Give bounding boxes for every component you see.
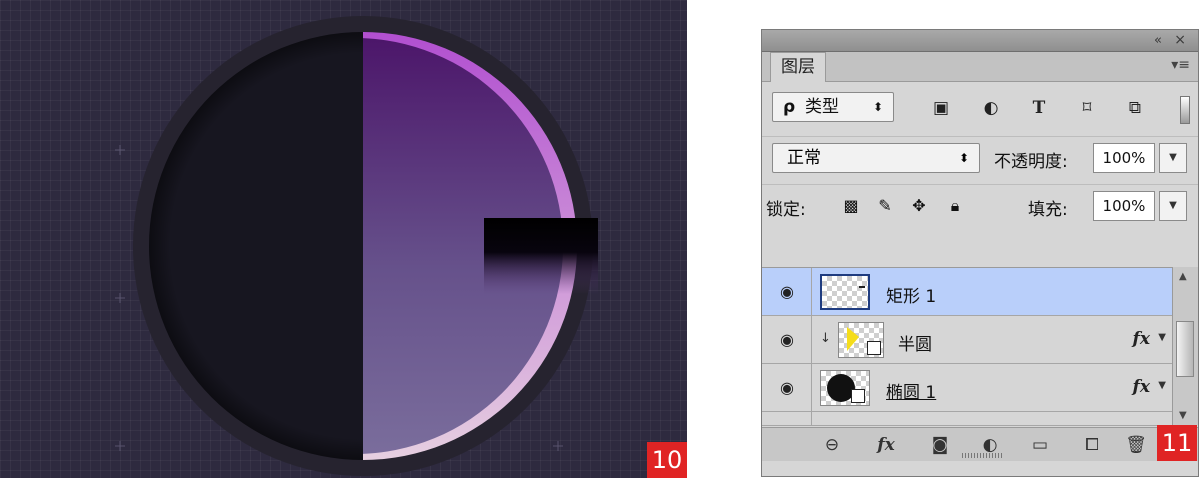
opacity-dropdown-button[interactable]: ▼ (1159, 143, 1187, 173)
step-badge: 10 (647, 442, 687, 478)
scroll-down-icon[interactable]: ▼ (1179, 410, 1187, 421)
tab-layers[interactable]: 图层 (770, 52, 826, 82)
adjustment-filter-icon[interactable]: ◐ (980, 97, 1002, 119)
filter-kind-label: 类型 (805, 97, 839, 117)
lock-transparent-pixels-icon[interactable]: ▩ (840, 195, 862, 217)
scroll-thumb[interactable] (1176, 321, 1194, 377)
select-arrows-icon: ⬍ (958, 151, 969, 165)
rectangle-layer-shape (484, 218, 598, 294)
filter-row: ρ 类型 ⬍ ▣ ◐ T ⌑ ⧉ (762, 88, 1198, 128)
layer-list: ◉ 矩形 1 ◉ ↓ 半圆 fx ▼ ◉ 椭圆 1 fx ▼ (762, 267, 1172, 426)
vector-shape-icon (867, 341, 881, 355)
blend-row: 正常 ⬍ 不透明度: 100% ▼ (762, 136, 1198, 176)
filter-toggle-switch[interactable] (1180, 96, 1190, 124)
layer-row-ellipse[interactable]: ◉ 椭圆 1 fx ▼ (762, 364, 1172, 412)
new-group-icon[interactable]: ▭ (1028, 433, 1052, 457)
opacity-label: 不透明度: (994, 152, 1068, 172)
lock-row: 锁定: ▩ ✎ ✥ 🔒︎ 填充: 100% ▼ (762, 184, 1198, 224)
document-canvas[interactable]: 10 (0, 0, 687, 478)
fill-input[interactable]: 100% (1093, 191, 1155, 221)
eye-icon[interactable]: ◉ (776, 377, 798, 399)
clipping-mask-icon: ↓ (820, 331, 831, 346)
lock-position-icon[interactable]: ✥ (908, 195, 930, 217)
layer-thumbnail (838, 322, 884, 358)
scroll-up-icon[interactable]: ▲ (1179, 271, 1187, 282)
visibility-cell[interactable]: ◉ (762, 316, 812, 363)
layers-panel: « × 图层 ▾≡ ρ 类型 ⬍ ▣ ◐ T ⌑ ⧉ 正常 ⬍ 不透明度: 10… (761, 29, 1199, 477)
step-badge: 11 (1157, 425, 1197, 461)
image-filter-icon[interactable]: ▣ (930, 97, 952, 119)
panel-resize-grip[interactable] (962, 453, 1002, 458)
new-layer-icon[interactable]: ⧠ (1080, 433, 1104, 457)
fx-icon[interactable]: fx (1133, 377, 1150, 397)
delete-layer-icon[interactable]: 🗑︎ (1124, 433, 1148, 457)
eye-icon[interactable]: ◉ (776, 281, 798, 303)
expand-effects-icon[interactable]: ▼ (1158, 380, 1166, 391)
blend-mode-value: 正常 (787, 148, 821, 168)
add-style-icon[interactable]: fx (874, 433, 898, 457)
close-icon[interactable]: × (1174, 32, 1186, 48)
panel-bottom-bar: ⊖ fx ◙ ◐ ▭ ⧠ 🗑︎ 11 (762, 425, 1198, 461)
layer-name[interactable]: 半圆 (898, 330, 932, 355)
layer-row-semicircle[interactable]: ◉ ↓ 半圆 fx ▼ (762, 316, 1172, 364)
visibility-cell[interactable]: ◉ (762, 364, 812, 411)
link-layers-icon[interactable]: ⊖ (820, 433, 844, 457)
lock-all-icon[interactable]: 🔒︎ (944, 195, 966, 217)
layer-row-partial (762, 412, 1172, 426)
search-icon: ρ (783, 97, 796, 117)
vector-shape-icon (851, 389, 865, 403)
shape-marker-icon (859, 286, 865, 288)
collapse-icon[interactable]: « (1154, 33, 1162, 48)
fill-dropdown-button[interactable]: ▼ (1159, 191, 1187, 221)
lock-image-pixels-icon[interactable]: ✎ (874, 195, 896, 217)
layer-thumbnail (820, 274, 870, 310)
filter-kind-select[interactable]: ρ 类型 ⬍ (772, 92, 894, 122)
fill-label: 填充: (1028, 200, 1068, 220)
layer-row-rectangle[interactable]: ◉ 矩形 1 (762, 268, 1172, 316)
layer-list-scrollbar[interactable]: ▲ ▼ (1172, 267, 1198, 425)
fx-icon[interactable]: fx (1133, 329, 1150, 349)
layer-name[interactable]: 矩形 1 (886, 282, 936, 307)
semicircle-preview (847, 327, 859, 351)
select-arrows-icon: ⬍ (872, 100, 883, 114)
shape-filter-icon[interactable]: ⌑ (1076, 97, 1098, 119)
layer-thumbnail (820, 370, 870, 406)
canvas-artwork (115, 16, 598, 476)
layer-name[interactable]: 椭圆 1 (886, 378, 936, 403)
panel-title-bar[interactable]: « × (762, 30, 1198, 52)
blend-mode-select[interactable]: 正常 ⬍ (772, 143, 980, 173)
opacity-input[interactable]: 100% (1093, 143, 1155, 173)
smart-object-filter-icon[interactable]: ⧉ (1124, 97, 1146, 119)
panel-tab-row: 图层 ▾≡ (762, 52, 1198, 82)
eye-icon[interactable]: ◉ (776, 329, 798, 351)
add-mask-icon[interactable]: ◙ (928, 433, 952, 457)
expand-effects-icon[interactable]: ▼ (1158, 332, 1166, 343)
lock-label: 锁定: (766, 200, 806, 220)
type-filter-icon[interactable]: T (1028, 97, 1050, 119)
visibility-cell (762, 412, 812, 425)
visibility-cell[interactable]: ◉ (762, 268, 812, 315)
panel-menu-icon[interactable]: ▾≡ (1171, 57, 1190, 73)
